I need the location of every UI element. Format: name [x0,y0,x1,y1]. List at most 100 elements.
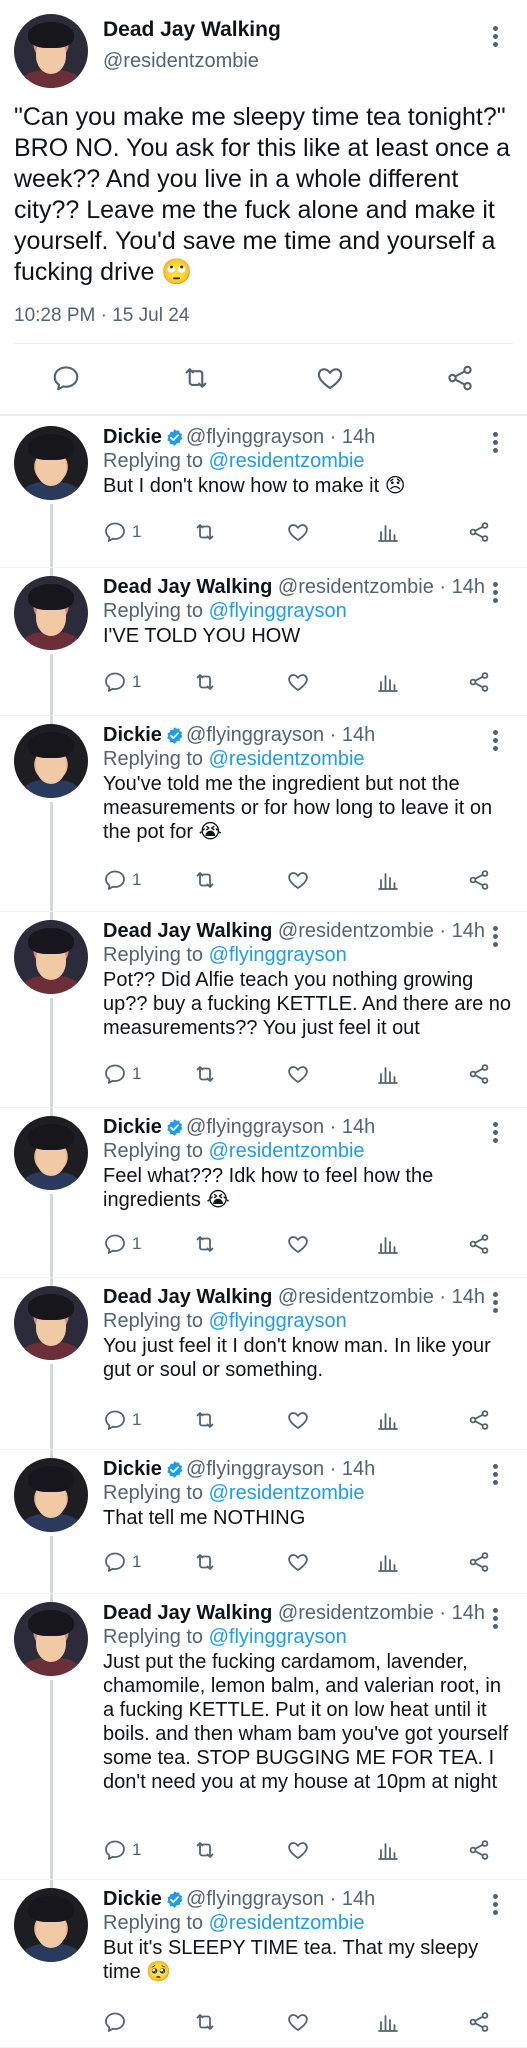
stats-icon[interactable] [376,868,400,892]
more-options-icon[interactable] [493,432,499,454]
mention-link[interactable]: @residentzombie [209,1912,365,1934]
author-name[interactable]: Dickie [103,1116,162,1138]
retweet-icon[interactable] [193,1550,217,1574]
reply-icon[interactable]: 1 [103,1408,141,1432]
more-options-icon[interactable] [493,582,499,604]
author-handle[interactable]: @flyinggrayson [186,1116,324,1138]
like-icon[interactable] [286,2010,310,2034]
retweet-icon[interactable] [193,2010,217,2034]
avatar[interactable] [14,1602,88,1676]
like-icon[interactable] [286,1232,310,1256]
reply-icon[interactable]: 1 [103,1062,141,1086]
author-handle[interactable]: @residentzombie [278,1286,434,1308]
avatar[interactable] [14,920,88,994]
reply-tweet[interactable]: Dead Jay Walking @residentzombie · 14h Re… [0,1278,527,1458]
author-name[interactable]: Dickie [103,426,162,448]
share-icon[interactable] [467,1838,491,1862]
mention-link[interactable]: @residentzombie [209,748,365,770]
author-name[interactable]: Dead Jay Walking [103,920,272,942]
stats-icon[interactable] [376,1408,400,1432]
reply-tweet[interactable]: Dead Jay Walking @residentzombie · 14h Re… [0,568,527,724]
mention-link[interactable]: @residentzombie [209,1482,365,1504]
reply-tweet[interactable]: Dickie @flyinggrayson · 14h Replying to @r… [0,1108,527,1286]
author-handle[interactable]: @flyinggrayson [186,724,324,746]
like-icon[interactable] [286,868,310,892]
author-handle[interactable]: @residentzombie [278,1602,434,1624]
share-icon[interactable] [467,1408,491,1432]
reply-tweet[interactable]: Dickie @flyinggrayson · 14h Replying to @r… [0,716,527,920]
avatar[interactable] [14,426,88,500]
stats-icon[interactable] [376,1062,400,1086]
stats-icon[interactable] [376,1838,400,1862]
retweet-icon[interactable] [193,1062,217,1086]
stats-icon[interactable] [376,1232,400,1256]
like-icon[interactable] [286,1838,310,1862]
share-icon[interactable] [467,1232,491,1256]
reply-icon[interactable]: 1 [103,1550,141,1574]
mention-link[interactable]: @flyinggrayson [209,1626,347,1648]
avatar[interactable] [14,1888,88,1962]
author-name[interactable]: Dead Jay Walking [103,18,281,42]
share-icon[interactable] [467,1550,491,1574]
share-icon[interactable] [467,868,491,892]
mention-link[interactable]: @residentzombie [209,450,365,472]
retweet-icon[interactable] [176,358,216,398]
mention-link[interactable]: @flyinggrayson [209,1310,347,1332]
reply-tweet[interactable]: Dickie @flyinggrayson · 14h Replying to @r… [0,1880,527,2048]
mention-link[interactable]: @flyinggrayson [209,944,347,966]
like-icon[interactable] [286,1408,310,1432]
author-handle[interactable]: @residentzombie [278,576,434,598]
author-handle[interactable]: @flyinggrayson [186,426,324,448]
mention-link[interactable]: @residentzombie [209,1140,365,1162]
more-options-icon[interactable] [493,730,499,752]
reply-icon[interactable]: 1 [103,868,141,892]
author-handle[interactable]: @flyinggrayson [186,1888,324,1910]
retweet-icon[interactable] [193,1838,217,1862]
reply-icon[interactable] [103,2010,132,2034]
reply-tweet[interactable]: Dickie @flyinggrayson · 14h Replying to @r… [0,1450,527,1602]
reply-icon[interactable]: 1 [103,520,141,544]
more-options-icon[interactable] [493,1292,499,1314]
more-options-icon[interactable] [493,926,499,948]
author-name[interactable]: Dickie [103,1458,162,1480]
like-icon[interactable] [286,670,310,694]
avatar[interactable] [14,1116,88,1190]
avatar[interactable] [14,724,88,798]
more-options-icon[interactable] [493,1464,499,1486]
author-handle[interactable]: @flyinggrayson [186,1458,324,1480]
tweet-timestamp[interactable]: 10:28 PM · 15 Jul 24 [14,305,189,327]
like-icon[interactable] [310,358,350,398]
share-icon[interactable] [467,1062,491,1086]
author-name[interactable]: Dead Jay Walking [103,576,272,598]
stats-icon[interactable] [376,2010,400,2034]
author-name[interactable]: Dead Jay Walking [103,1602,272,1624]
more-options-icon[interactable] [493,1894,499,1916]
reply-tweet[interactable]: Dead Jay Walking @residentzombie · 14h Re… [0,912,527,1116]
author-handle[interactable]: @residentzombie [103,50,259,73]
author-name[interactable]: Dickie [103,1888,162,1910]
share-icon[interactable] [440,358,480,398]
avatar[interactable] [14,576,88,650]
more-options-icon[interactable] [493,1608,499,1630]
more-options-icon[interactable] [493,26,499,48]
share-icon[interactable] [467,520,491,544]
reply-icon[interactable]: 1 [103,1232,141,1256]
stats-icon[interactable] [376,670,400,694]
retweet-icon[interactable] [193,1408,217,1432]
mention-link[interactable]: @flyinggrayson [209,600,347,622]
avatar[interactable] [14,1458,88,1532]
author-name[interactable]: Dickie [103,724,162,746]
reply-icon[interactable]: 1 [103,1838,141,1862]
retweet-icon[interactable] [193,520,217,544]
reply-tweet[interactable]: Dead Jay Walking @residentzombie · 14h Re… [0,1594,527,1888]
author-handle[interactable]: @residentzombie [278,920,434,942]
stats-icon[interactable] [376,1550,400,1574]
retweet-icon[interactable] [193,868,217,892]
share-icon[interactable] [467,2010,491,2034]
like-icon[interactable] [286,520,310,544]
reply-icon[interactable]: 1 [103,670,141,694]
avatar[interactable] [14,1286,88,1360]
more-options-icon[interactable] [493,1122,499,1144]
author-name[interactable]: Dead Jay Walking [103,1286,272,1308]
stats-icon[interactable] [376,520,400,544]
